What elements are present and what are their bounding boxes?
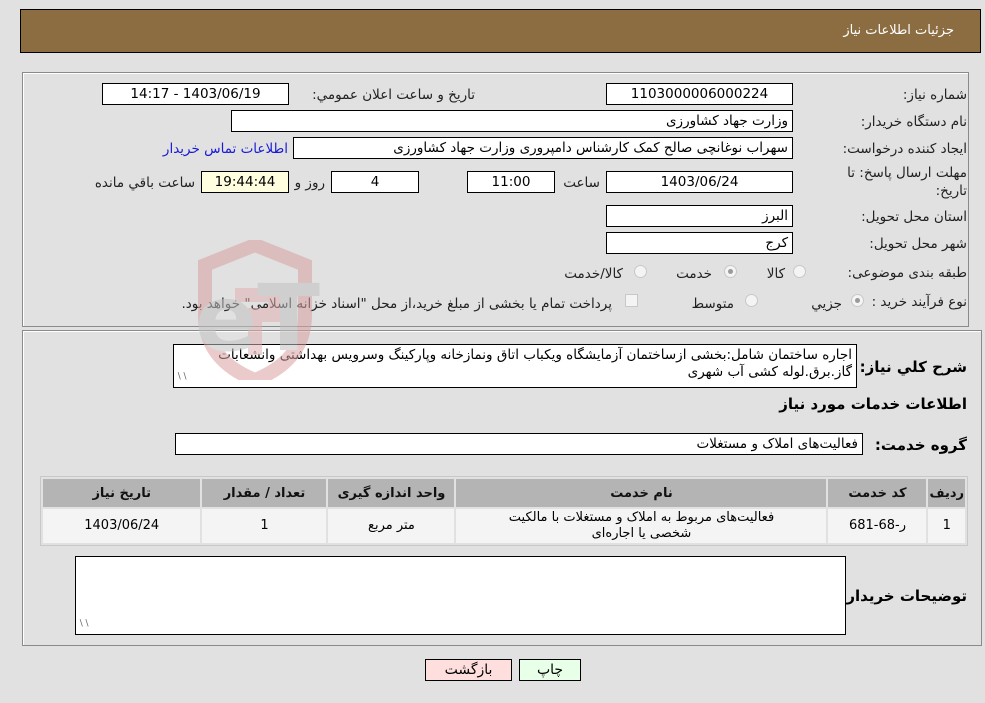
treasury-checkbox[interactable] xyxy=(625,294,638,307)
description-label: شرح کلي نياز: xyxy=(859,358,967,376)
cell-need-date: 1403/06/24 xyxy=(43,509,201,543)
need-number-field: 1103000006000224 xyxy=(606,83,793,105)
print-button[interactable]: چاپ xyxy=(519,659,581,681)
category-radio-goods[interactable] xyxy=(793,265,806,278)
need-number-label: شماره نياز: xyxy=(902,87,967,103)
buyer-notes-label: توضيحات خريدار: xyxy=(840,587,967,605)
table-row: 1 ر-68-681 فعاليت‌های مربوط به املاک و م… xyxy=(43,509,965,543)
buyer-contact-link[interactable]: اطلاعات تماس خريدار xyxy=(163,141,288,157)
province-field: البرز xyxy=(606,205,793,227)
purchase-type-label: نوع فرآيند خريد : xyxy=(871,294,967,310)
category-label: طبقه بندی موضوعی: xyxy=(847,265,967,281)
resize-handle-icon[interactable]: ∖∖ xyxy=(176,369,187,386)
description-textarea[interactable]: اجاره ساختمان شامل:بخشی ازساختمان آزمايش… xyxy=(173,344,857,388)
purchase-radio-medium[interactable] xyxy=(745,294,758,307)
buyer-notes-textarea[interactable]: ∖∖ xyxy=(75,556,846,635)
cell-service-code: ر-68-681 xyxy=(828,509,927,543)
category-option-goods-service: کالا/خدمت xyxy=(564,266,623,282)
category-option-goods: کالا xyxy=(766,266,785,282)
col-header-quantity: تعداد / مقدار xyxy=(202,479,327,507)
treasury-checkbox-label: پرداخت تمام يا بخشی از مبلغ خريد،از محل … xyxy=(181,296,612,312)
service-group-label: گروه خدمت: xyxy=(874,436,967,454)
category-radio-goods-service[interactable] xyxy=(634,265,647,278)
announce-datetime-label: تاريخ و ساعت اعلان عمومي: xyxy=(312,87,475,103)
purchase-radio-minor[interactable] xyxy=(851,294,864,307)
cell-quantity: 1 xyxy=(202,509,327,543)
city-field: کرج xyxy=(606,232,793,254)
table-header-row: رديف کد خدمت نام خدمت واحد اندازه گيری ت… xyxy=(43,479,965,507)
city-label: شهر محل تحويل: xyxy=(869,236,967,252)
col-header-service-name: نام خدمت xyxy=(456,479,827,507)
col-header-need-date: تاريخ نياز xyxy=(43,479,201,507)
deadline-label-line2: تاريخ: xyxy=(935,183,967,199)
col-header-row-number: رديف xyxy=(928,479,965,507)
page-title: جزئيات اطلاعات نياز xyxy=(843,23,954,38)
services-section-title: اطلاعات خدمات مورد نياز xyxy=(779,395,967,413)
category-option-service: خدمت xyxy=(676,266,712,282)
requester-field: سهراب نوغانچی صالح کمک کارشناس دامپروری … xyxy=(293,137,793,159)
time-remaining-field: 19:44:44 xyxy=(201,171,289,193)
buyer-org-field: وزارت جهاد کشاورزی xyxy=(231,110,793,132)
requester-label: ايجاد کننده درخواست: xyxy=(842,141,967,157)
deadline-date-field: 1403/06/24 xyxy=(606,171,793,193)
purchase-option-medium: متوسط xyxy=(691,296,734,312)
deadline-time-label: ساعت xyxy=(563,175,600,191)
category-radio-service[interactable] xyxy=(724,265,737,278)
announce-datetime-field: 1403/06/19 - 14:17 xyxy=(102,83,289,105)
col-header-service-code: کد خدمت xyxy=(828,479,927,507)
province-label: استان محل تحويل: xyxy=(861,209,967,225)
buyer-org-label: نام دستگاه خريدار: xyxy=(860,114,967,130)
page-header: جزئيات اطلاعات نياز xyxy=(20,9,981,53)
deadline-label-line1: مهلت ارسال پاسخ: تا xyxy=(847,165,967,181)
description-text: اجاره ساختمان شامل:بخشی ازساختمان آزمايش… xyxy=(218,347,852,380)
col-header-unit: واحد اندازه گيری xyxy=(328,479,455,507)
deadline-time-field: 11:00 xyxy=(467,171,555,193)
resize-handle-icon[interactable]: ∖∖ xyxy=(78,616,89,633)
back-button[interactable]: بازگشت xyxy=(425,659,512,681)
cell-service-name: فعاليت‌های مربوط به املاک و مستغلات با م… xyxy=(456,509,827,543)
service-group-field: فعاليت‌های املاک و مستغلات xyxy=(175,433,863,455)
cell-unit: متر مربع xyxy=(328,509,455,543)
cell-row-number: 1 xyxy=(928,509,965,543)
time-remaining-label: ساعت باقي مانده xyxy=(94,175,195,191)
services-table: رديف کد خدمت نام خدمت واحد اندازه گيری ت… xyxy=(40,476,968,546)
purchase-option-minor: جزيي xyxy=(811,296,842,312)
days-label: روز و xyxy=(294,175,325,191)
days-remaining-field: 4 xyxy=(331,171,419,193)
